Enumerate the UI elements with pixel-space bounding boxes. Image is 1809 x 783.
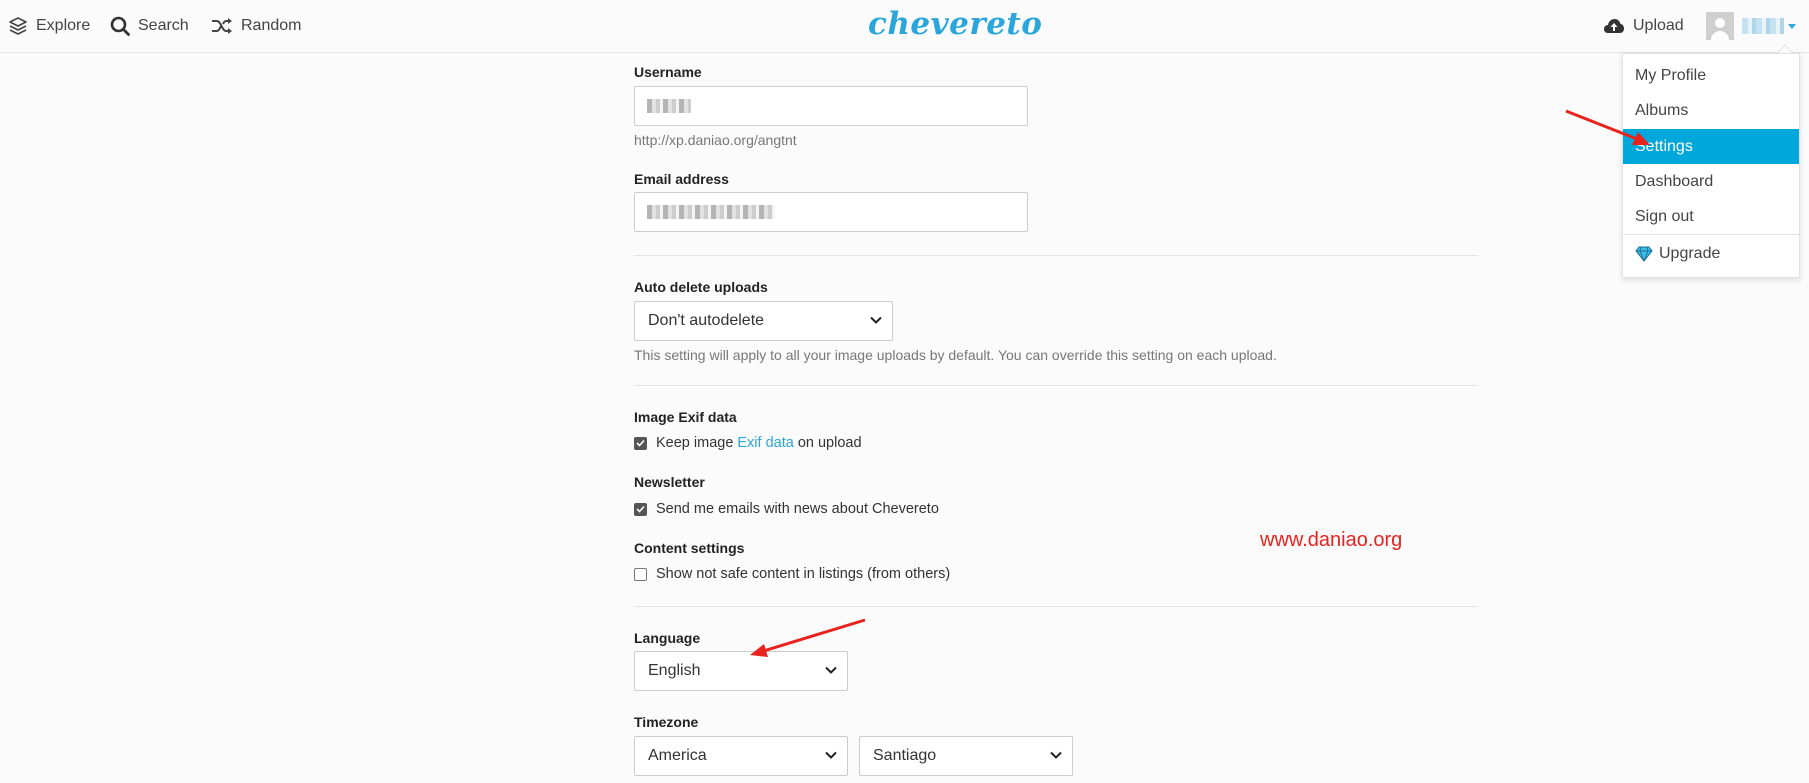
language-label: Language — [634, 630, 701, 646]
divider — [634, 255, 1478, 256]
email-input[interactable] — [634, 192, 1028, 232]
nsfw-checkbox[interactable] — [634, 567, 647, 581]
timezone-region-value: America — [648, 747, 707, 764]
auto-delete-label: Auto delete uploads — [634, 279, 768, 295]
top-bar: Explore Search Random chevereto Upload — [0, 0, 1809, 53]
menu-item-upgrade[interactable]: Upgrade — [1623, 236, 1799, 271]
nav-explore[interactable]: Explore — [8, 15, 90, 37]
menu-item-settings[interactable]: Settings — [1623, 129, 1799, 164]
avatar — [1706, 12, 1734, 40]
menu-upgrade-label: Upgrade — [1659, 245, 1721, 262]
email-label: Email address — [634, 171, 729, 187]
divider — [634, 385, 1478, 386]
exif-label: Image Exif data — [634, 409, 737, 425]
nav-random[interactable]: Random — [211, 15, 301, 37]
username-input[interactable] — [634, 86, 1028, 126]
user-menu-toggle[interactable] — [1706, 12, 1796, 40]
auto-delete-select[interactable]: Don't autodelete — [634, 301, 893, 341]
diamond-icon — [1635, 246, 1653, 262]
language-select[interactable]: English — [634, 651, 848, 691]
language-value: English — [648, 662, 701, 679]
search-icon — [110, 16, 130, 36]
menu-item-albums[interactable]: Albums — [1623, 93, 1799, 128]
chevron-down-icon — [825, 666, 837, 674]
auto-delete-help: This setting will apply to all your imag… — [634, 347, 1277, 363]
content-settings-label: Content settings — [634, 540, 745, 556]
nav-random-label: Random — [241, 17, 302, 34]
timezone-city-select[interactable]: Santiago — [859, 736, 1073, 776]
menu-item-dashboard[interactable]: Dashboard — [1623, 164, 1799, 199]
newsletter-option: Send me emails with news about Chevereto — [634, 501, 939, 517]
nav-search-label: Search — [138, 17, 189, 34]
exif-data-link[interactable]: Exif data — [737, 435, 793, 451]
shuffle-icon — [212, 18, 232, 34]
newsletter-label: Newsletter — [634, 474, 705, 490]
timezone-city-value: Santiago — [873, 747, 937, 764]
menu-divider — [1623, 234, 1799, 235]
username-blurred — [1742, 18, 1784, 34]
menu-item-sign-out[interactable]: Sign out — [1623, 199, 1799, 234]
username-hint: http://xp.daniao.org/angtnt — [634, 132, 797, 148]
chevron-down-icon — [1788, 23, 1796, 29]
auto-delete-value: Don't autodelete — [648, 312, 765, 329]
site-logo[interactable]: chevereto — [868, 6, 1042, 42]
newsletter-text: Send me emails with news about Chevereto — [656, 501, 939, 517]
nav-explore-label: Explore — [36, 17, 91, 34]
username-label: Username — [634, 64, 702, 80]
timezone-label: Timezone — [634, 714, 699, 730]
user-dropdown-menu: My Profile Albums Settings Dashboard Sig… — [1622, 53, 1800, 278]
chevron-down-icon — [1050, 751, 1062, 759]
exif-text-after: on upload — [797, 435, 862, 451]
divider — [634, 606, 1478, 607]
content-option: Show not safe content in listings (from … — [634, 566, 950, 582]
nav-search[interactable]: Search — [110, 15, 189, 37]
nav-upload-label: Upload — [1633, 17, 1684, 34]
nav-upload[interactable]: Upload — [1603, 15, 1684, 37]
layers-icon — [9, 17, 27, 35]
exif-checkbox[interactable] — [634, 436, 647, 450]
menu-item-my-profile[interactable]: My Profile — [1623, 58, 1799, 93]
content-text: Show not safe content in listings (from … — [656, 566, 951, 582]
exif-option: Keep image Exif data on upload — [634, 435, 862, 451]
email-value-blurred — [647, 205, 775, 219]
checkmark-icon — [636, 439, 645, 447]
checkmark-icon — [636, 505, 645, 513]
chevron-down-icon — [870, 316, 882, 324]
chevron-down-icon — [825, 751, 837, 759]
exif-text-before: Keep image — [656, 435, 734, 451]
cloud-upload-icon — [1604, 19, 1624, 33]
watermark-text: www.daniao.org — [1260, 529, 1403, 551]
username-value-blurred — [647, 99, 691, 113]
timezone-region-select[interactable]: America — [634, 736, 848, 776]
newsletter-checkbox[interactable] — [634, 502, 647, 516]
